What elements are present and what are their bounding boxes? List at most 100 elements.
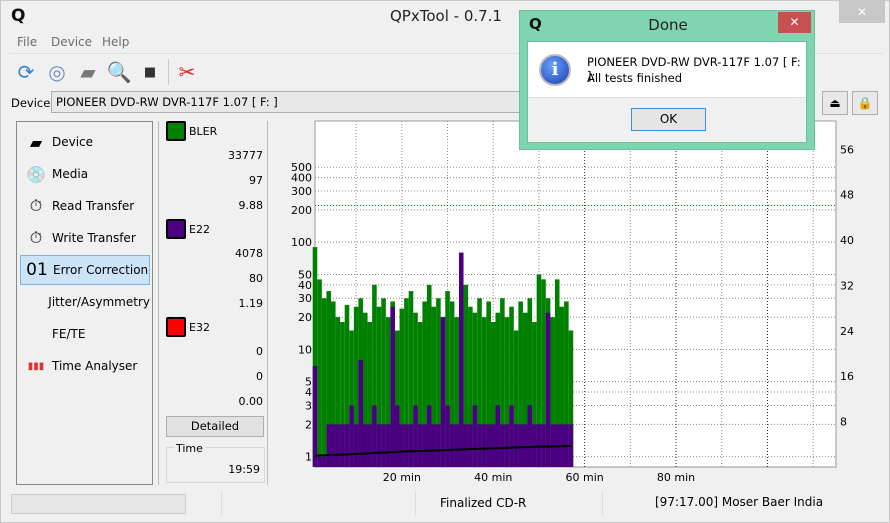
y2-tick-label: 40 (840, 234, 854, 247)
dialog-close-icon[interactable]: ✕ (778, 12, 811, 33)
e22-bar (486, 424, 491, 467)
e22-bar (545, 312, 551, 467)
e22-bar (490, 424, 496, 467)
e22-bar (449, 424, 455, 467)
e22-bar (458, 252, 464, 467)
close-icon[interactable]: ✕ (839, 1, 885, 23)
sidebar-item-label: Write Transfer (52, 231, 136, 245)
e22-bar (426, 405, 432, 467)
y-tick-label: 20 (298, 311, 312, 324)
detailed-button[interactable]: Detailed (166, 416, 264, 437)
e22-bar (372, 405, 377, 467)
e22-bar (404, 424, 409, 467)
e22-color-swatch (166, 219, 186, 239)
sidebar-item-label: Read Transfer (52, 199, 135, 213)
e22-bar (417, 424, 423, 467)
menu-device[interactable]: Device (51, 35, 92, 49)
e22-value: 1.19 (238, 297, 264, 310)
sidebar-item-fe-te[interactable]: FE/TE (20, 319, 150, 349)
e22-bar (330, 424, 336, 467)
menu-file[interactable]: File (17, 35, 37, 49)
sidebar-item-jitter-asymmetry[interactable]: Jitter/Asymmetry (20, 287, 150, 317)
refresh-icon[interactable]: ⟳ (13, 59, 39, 85)
sidebar-item-time-analyser[interactable]: ▮▮▮ Time Analyser (20, 351, 150, 381)
sidebar-item-read-transfer[interactable]: ⏱ Read Transfer (20, 191, 150, 221)
fire-stopwatch-icon: ⏱ (29, 228, 43, 247)
e22-bar (532, 424, 537, 467)
e22-bar (340, 424, 345, 467)
e32-value: 0 (256, 345, 263, 358)
e22-bar (477, 424, 482, 467)
e32-label: E32 (189, 321, 210, 334)
e32-color-swatch (166, 317, 186, 337)
y-tick-label: 200 (291, 204, 312, 217)
sidebar-item-label: Media (52, 167, 89, 181)
e22-bar (394, 405, 400, 467)
error-correction-icon: 01 (26, 260, 48, 280)
e22-bar (527, 405, 533, 467)
y2-tick-label: 48 (840, 189, 854, 202)
stopwatch-icon: ⏱ (29, 196, 43, 215)
x-tick-label: 80 min (657, 471, 695, 484)
e22-bar (513, 424, 519, 467)
time-value: 19:59 (228, 463, 260, 476)
x-tick-label: 20 min (383, 471, 421, 484)
sidebar-item-device[interactable]: ▰ Device (20, 127, 150, 157)
y-tick-label: 10 (298, 343, 312, 356)
sidebar-item-write-transfer[interactable]: ⏱ Write Transfer (20, 223, 150, 253)
e22-bar (385, 424, 391, 467)
y2-tick-label: 32 (840, 279, 854, 292)
sidebar-item-media[interactable]: 💿 Media (20, 159, 150, 189)
bler-value: 97 (249, 174, 263, 187)
sidebar-item-label: Time Analyser (52, 359, 138, 373)
tools-icon[interactable]: ✂ (174, 59, 200, 85)
eject-icon[interactable]: ⏏ (822, 91, 848, 115)
e22-bar (344, 424, 350, 467)
bler-bar (317, 279, 322, 467)
e22-bar (367, 424, 373, 467)
media-status: Finalized CD-R (440, 496, 527, 510)
e22-bar (440, 317, 446, 467)
drive-icon: ▰ (29, 132, 43, 152)
x-tick-label: 60 min (566, 471, 604, 484)
scan-icon[interactable]: 🔍 (106, 59, 132, 85)
lock-icon[interactable]: 🔒 (852, 91, 878, 115)
menu-help[interactable]: Help (102, 35, 129, 49)
time-box: Time 19:59 (166, 442, 265, 483)
y-tick-label: 30 (298, 292, 312, 305)
e22-bar (454, 424, 459, 467)
device-select[interactable]: PIONEER DVD-RW DVR-117F 1.07 [ F: ] (51, 91, 531, 113)
y2-tick-label: 16 (840, 370, 854, 383)
e22-bar (495, 405, 501, 467)
ok-button[interactable]: OK (631, 108, 706, 131)
e22-bar (349, 405, 354, 467)
e22-bar (504, 424, 510, 467)
sidebar-item-label: Device (52, 135, 94, 149)
dialog-message-line2: All tests finished (587, 71, 683, 85)
y2-tick-label: 56 (840, 143, 854, 156)
media-refresh-icon[interactable]: ◎ (44, 59, 70, 85)
stop-icon[interactable]: ■ (137, 59, 163, 85)
e22-bar (381, 424, 386, 467)
e22-bar (468, 424, 473, 467)
y-tick-label: 5 (305, 376, 312, 389)
y-tick-label: 1 (305, 451, 312, 464)
dialog-title: Done (648, 16, 688, 34)
bler-color-swatch (166, 121, 186, 141)
sidebar-item-label: FE/TE (52, 327, 86, 341)
e22-bar (436, 424, 441, 467)
e32-value: 0.00 (238, 395, 264, 408)
sidebar-item-error-correction[interactable]: 01 Error Correction (20, 255, 150, 285)
device-icon[interactable]: ▰ (75, 59, 101, 85)
progress-bar (11, 494, 186, 514)
sidebar: ▰ Device 💿 Media ⏱ Read Transfer ⏱ Write Transf… (16, 121, 153, 485)
x-tick-label: 40 min (474, 471, 512, 484)
e22-bar (335, 424, 341, 467)
y-tick-label: 50 (298, 268, 312, 281)
e22-bar (376, 424, 382, 467)
e22-bar (445, 405, 450, 467)
e32-value: 0 (256, 370, 263, 383)
time-label: Time (174, 442, 205, 455)
sidebar-item-label: Jitter/Asymmetry (48, 295, 150, 309)
bler-bar (321, 298, 327, 467)
